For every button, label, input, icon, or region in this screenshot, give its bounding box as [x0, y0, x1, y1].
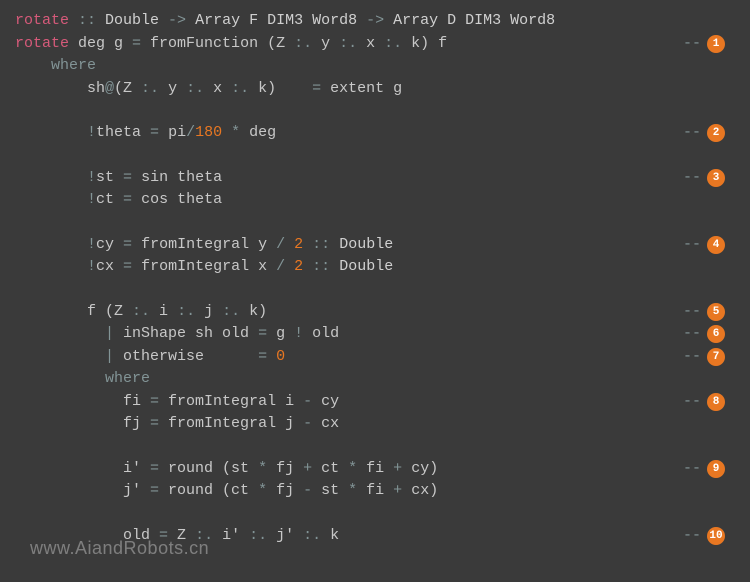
code-content: fi = fromIntegral i - cy — [15, 391, 683, 414]
code-content: !theta = pi/180 * deg — [15, 122, 683, 145]
code-line: fj = fromIntegral j - cx — [15, 413, 735, 436]
annotation-badge: 9 — [707, 460, 725, 478]
code-content: rotate deg g = fromFunction (Z :. y :. x… — [15, 33, 683, 56]
code-block: rotate :: Double -> Array F DIM3 Word8 -… — [15, 10, 735, 547]
annotation-dashes: -- — [683, 234, 701, 257]
line-annotation: -- 8 — [683, 391, 735, 414]
code-line: !theta = pi/180 * deg-- 2 — [15, 122, 735, 145]
annotation-badge: 7 — [707, 348, 725, 366]
code-content: !cx = fromIntegral x / 2 :: Double — [15, 256, 735, 279]
code-line: sh@(Z :. y :. x :. k) = extent g — [15, 78, 735, 101]
code-line: f (Z :. i :. j :. k)-- 5 — [15, 301, 735, 324]
annotation-badge: 5 — [707, 303, 725, 321]
code-line: j' = round (ct * fj - st * fi + cx) — [15, 480, 735, 503]
code-line: where — [15, 55, 735, 78]
annotation-dashes: -- — [683, 458, 701, 481]
annotation-badge: 3 — [707, 169, 725, 187]
code-line: !st = sin theta-- 3 — [15, 167, 735, 190]
annotation-dashes: -- — [683, 167, 701, 190]
code-line — [15, 436, 735, 458]
line-annotation: -- 2 — [683, 122, 735, 145]
code-content: f (Z :. i :. j :. k) — [15, 301, 683, 324]
code-line: !cy = fromIntegral y / 2 :: Double-- 4 — [15, 234, 735, 257]
code-content: | inShape sh old = g ! old — [15, 323, 683, 346]
code-line: | otherwise = 0-- 7 — [15, 346, 735, 369]
line-annotation: -- 9 — [683, 458, 735, 481]
line-annotation: -- 5 — [683, 301, 735, 324]
annotation-badge: 6 — [707, 325, 725, 343]
line-annotation: -- 10 — [683, 525, 735, 548]
line-annotation: -- 6 — [683, 323, 735, 346]
code-line — [15, 145, 735, 167]
code-line: rotate :: Double -> Array F DIM3 Word8 -… — [15, 10, 735, 33]
annotation-dashes: -- — [683, 301, 701, 324]
code-content: | otherwise = 0 — [15, 346, 683, 369]
code-line: where — [15, 368, 735, 391]
annotation-dashes: -- — [683, 346, 701, 369]
annotation-dashes: -- — [683, 391, 701, 414]
code-content: i' = round (st * fj + ct * fi + cy) — [15, 458, 683, 481]
code-content: sh@(Z :. y :. x :. k) = extent g — [15, 78, 735, 101]
annotation-dashes: -- — [683, 323, 701, 346]
code-line: !cx = fromIntegral x / 2 :: Double — [15, 256, 735, 279]
line-annotation: -- 3 — [683, 167, 735, 190]
code-content: !st = sin theta — [15, 167, 683, 190]
code-line: rotate deg g = fromFunction (Z :. y :. x… — [15, 33, 735, 56]
code-content: where — [15, 55, 735, 78]
annotation-badge: 1 — [707, 35, 725, 53]
annotation-badge: 8 — [707, 393, 725, 411]
code-line: | inShape sh old = g ! old-- 6 — [15, 323, 735, 346]
watermark-text: www.AiandRobots.cn — [30, 535, 209, 562]
code-content: !ct = cos theta — [15, 189, 735, 212]
code-line: i' = round (st * fj + ct * fi + cy)-- 9 — [15, 458, 735, 481]
code-line: !ct = cos theta — [15, 189, 735, 212]
line-annotation: -- 7 — [683, 346, 735, 369]
code-content: rotate :: Double -> Array F DIM3 Word8 -… — [15, 10, 735, 33]
code-line: fi = fromIntegral i - cy-- 8 — [15, 391, 735, 414]
line-annotation: -- 1 — [683, 33, 735, 56]
code-line — [15, 279, 735, 301]
code-content: j' = round (ct * fj - st * fi + cx) — [15, 480, 735, 503]
code-content: where — [15, 368, 735, 391]
annotation-dashes: -- — [683, 33, 701, 56]
annotation-badge: 4 — [707, 236, 725, 254]
code-line — [15, 503, 735, 525]
annotation-dashes: -- — [683, 525, 701, 548]
annotation-badge: 10 — [707, 527, 725, 545]
code-content: fj = fromIntegral j - cx — [15, 413, 735, 436]
annotation-dashes: -- — [683, 122, 701, 145]
code-content: !cy = fromIntegral y / 2 :: Double — [15, 234, 683, 257]
annotation-badge: 2 — [707, 124, 725, 142]
code-line — [15, 212, 735, 234]
code-line — [15, 100, 735, 122]
line-annotation: -- 4 — [683, 234, 735, 257]
